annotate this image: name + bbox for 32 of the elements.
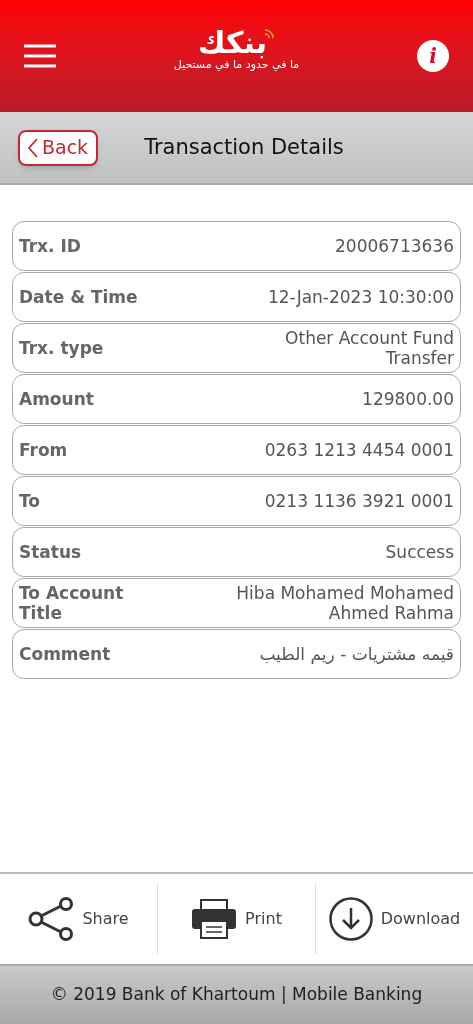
share-button[interactable]: Share bbox=[0, 884, 157, 954]
printer-icon bbox=[191, 899, 238, 939]
detail-label: Comment bbox=[19, 644, 112, 664]
share-icon bbox=[28, 897, 75, 941]
detail-label: Trx. type bbox=[19, 338, 105, 358]
copyright-text: © 2019 Bank of Khartoum | Mobile Banking bbox=[50, 983, 423, 1007]
back-button[interactable]: Back bbox=[18, 129, 99, 166]
detail-value: 0213 1136 3921 0001 bbox=[264, 491, 454, 511]
detail-label: To bbox=[19, 491, 42, 511]
logo-tagline: ما في حدود ما في مستحيل bbox=[173, 58, 300, 72]
detail-label: From bbox=[19, 440, 69, 460]
detail-label: Trx. ID bbox=[19, 236, 82, 256]
download-icon bbox=[328, 897, 373, 941]
download-button[interactable]: Download bbox=[315, 884, 473, 954]
detail-value: 20006713636 bbox=[335, 236, 454, 256]
detail-value: 12-Jan-2023 10:30:00 bbox=[267, 287, 454, 307]
page-title: Transaction Details bbox=[144, 133, 344, 161]
detail-label: To Account Title bbox=[19, 583, 125, 623]
detail-label: Amount bbox=[19, 389, 95, 409]
chevron-left-icon bbox=[28, 137, 38, 158]
detail-value: 0263 1213 4454 0001 bbox=[264, 440, 454, 460]
detail-value: Success bbox=[385, 542, 454, 562]
info-button[interactable]: i bbox=[417, 40, 449, 72]
detail-value: 129800.00 bbox=[362, 389, 454, 409]
print-button[interactable]: Print bbox=[157, 884, 315, 954]
detail-value: قيمه مشتريات - ريم الطيب bbox=[259, 644, 454, 664]
menu-icon[interactable] bbox=[24, 44, 56, 68]
detail-value: Other Account Fund Transfer bbox=[284, 328, 454, 368]
detail-label: Status bbox=[19, 542, 83, 562]
detail-value: Hiba Mohamed Mohamed Ahmed Rahma bbox=[235, 583, 454, 623]
logo-text: بنكك bbox=[198, 28, 267, 59]
detail-label: Date & Time bbox=[19, 287, 139, 307]
